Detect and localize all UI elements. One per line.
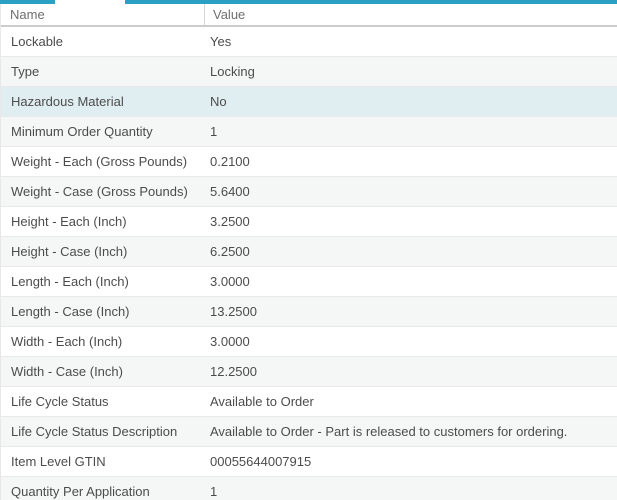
row-name: Life Cycle Status Description [1, 424, 206, 439]
tab-underline-left [0, 0, 55, 4]
table-row[interactable]: Width - Case (Inch) 12.2500 [1, 357, 617, 387]
table-header-row: Name Value [1, 4, 617, 27]
table-row[interactable]: Length - Case (Inch) 13.2500 [1, 297, 617, 327]
tab-underline-strip [0, 0, 617, 4]
row-name: Height - Each (Inch) [1, 214, 206, 229]
row-value: Yes [206, 34, 617, 49]
row-value: 3.0000 [206, 334, 617, 349]
row-name: Length - Each (Inch) [1, 274, 206, 289]
column-header-name[interactable]: Name [1, 4, 205, 25]
row-name: Type [1, 64, 206, 79]
table-row[interactable]: Width - Each (Inch) 3.0000 [1, 327, 617, 357]
row-value: 3.2500 [206, 214, 617, 229]
table-row[interactable]: Life Cycle Status Description Available … [1, 417, 617, 447]
table-row[interactable]: Hazardous Material No [1, 87, 617, 117]
row-name: Weight - Each (Gross Pounds) [1, 154, 206, 169]
row-name: Width - Each (Inch) [1, 334, 206, 349]
table-row[interactable]: Quantity Per Application 1 [1, 477, 617, 500]
row-name: Height - Case (Inch) [1, 244, 206, 259]
row-name: Hazardous Material [1, 94, 206, 109]
table-row[interactable]: Weight - Case (Gross Pounds) 5.6400 [1, 177, 617, 207]
table-row[interactable]: Length - Each (Inch) 3.0000 [1, 267, 617, 297]
column-header-value[interactable]: Value [205, 7, 617, 22]
table-row[interactable]: Minimum Order Quantity 1 [1, 117, 617, 147]
table-row[interactable]: Lockable Yes [1, 27, 617, 57]
row-value: 12.2500 [206, 364, 617, 379]
row-value: No [206, 94, 617, 109]
row-value: 1 [206, 484, 617, 499]
table-row[interactable]: Life Cycle Status Available to Order [1, 387, 617, 417]
row-value: 1 [206, 124, 617, 139]
table-row[interactable]: Height - Each (Inch) 3.2500 [1, 207, 617, 237]
row-value: Locking [206, 64, 617, 79]
row-value: 3.0000 [206, 274, 617, 289]
table-body: Lockable Yes Type Locking Hazardous Mate… [1, 27, 617, 500]
row-name: Lockable [1, 34, 206, 49]
row-value: 5.6400 [206, 184, 617, 199]
row-value: Available to Order - Part is released to… [206, 424, 617, 439]
row-name: Item Level GTIN [1, 454, 206, 469]
row-name: Length - Case (Inch) [1, 304, 206, 319]
table-row[interactable]: Weight - Each (Gross Pounds) 0.2100 [1, 147, 617, 177]
row-name: Weight - Case (Gross Pounds) [1, 184, 206, 199]
attributes-panel: Name Value Lockable Yes Type Locking Haz… [0, 0, 617, 500]
attributes-table: Name Value Lockable Yes Type Locking Haz… [0, 4, 617, 500]
row-name: Life Cycle Status [1, 394, 206, 409]
row-value: 6.2500 [206, 244, 617, 259]
table-row[interactable]: Item Level GTIN 00055644007915 [1, 447, 617, 477]
row-name: Minimum Order Quantity [1, 124, 206, 139]
row-value: 13.2500 [206, 304, 617, 319]
table-row[interactable]: Type Locking [1, 57, 617, 87]
row-value: 0.2100 [206, 154, 617, 169]
row-name: Quantity Per Application [1, 484, 206, 499]
row-value: Available to Order [206, 394, 617, 409]
row-name: Width - Case (Inch) [1, 364, 206, 379]
tab-underline-right [125, 0, 617, 4]
table-row[interactable]: Height - Case (Inch) 6.2500 [1, 237, 617, 267]
row-value: 00055644007915 [206, 454, 617, 469]
